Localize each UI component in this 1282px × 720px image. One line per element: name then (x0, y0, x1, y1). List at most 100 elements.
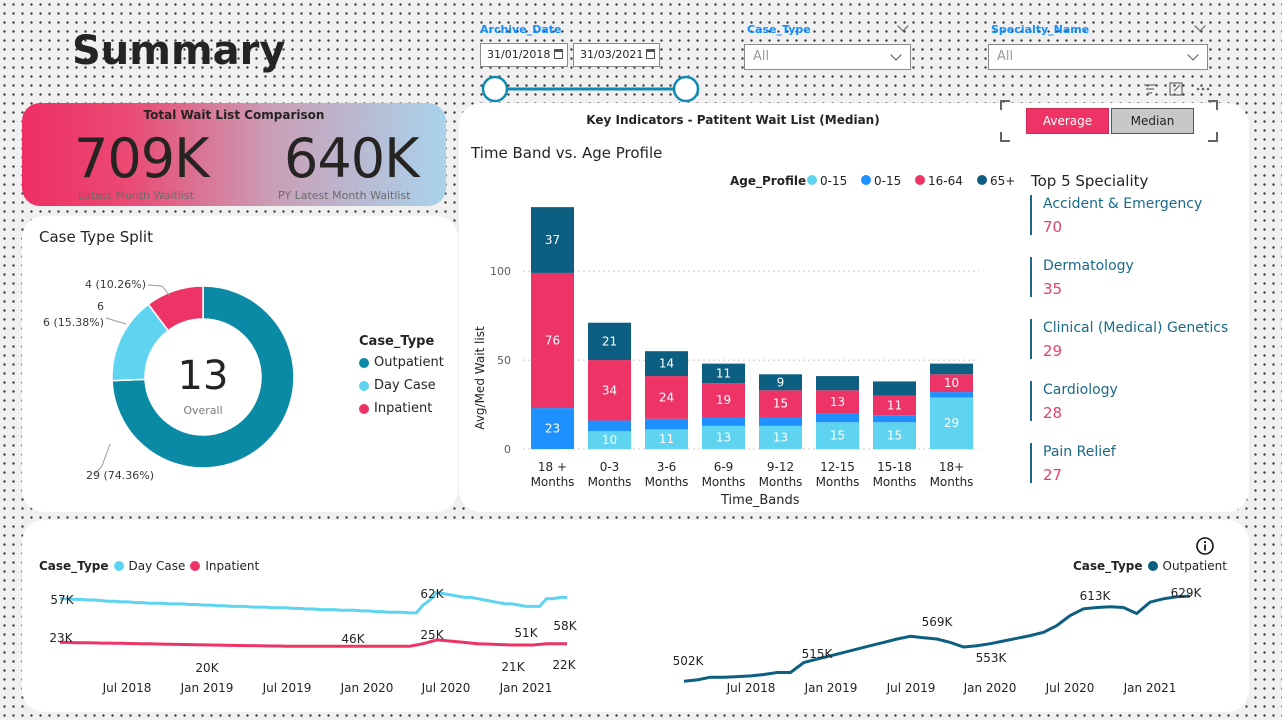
filter-icon[interactable] (1144, 84, 1156, 94)
end-date-input[interactable]: 31/03/2021 (573, 43, 660, 67)
case-type-legend-title: Case_Type (359, 334, 435, 349)
case-type-filter-label: Case_Type (747, 23, 811, 36)
top5-item-value: 27 (1043, 466, 1063, 484)
bar-legend-label[interactable]: 0-15 (874, 174, 901, 188)
slider-end-handle[interactable] (672, 75, 700, 103)
more-options-icon[interactable] (1196, 87, 1210, 91)
legend-item-daycase[interactable]: Day Case (359, 378, 444, 393)
bar-segment[interactable] (588, 420, 631, 432)
legend-label[interactable]: Inpatient (205, 559, 259, 573)
top5-item[interactable]: Accident & Emergency 70 (1030, 195, 1250, 236)
slice-label-inpatient: 4 (10.26%) (85, 278, 146, 291)
bar-data-label: 37 (545, 233, 560, 247)
slice-label-outpatient: 29 (74.36%) (86, 469, 154, 482)
bar-segment[interactable] (930, 363, 973, 375)
bar-x-tick: Months (645, 475, 689, 489)
bar-data-label: 19 (716, 393, 731, 407)
top5-item[interactable]: Cardiology 28 (1030, 381, 1250, 422)
specialty-select[interactable]: All (988, 44, 1208, 70)
chevron-down-icon[interactable] (897, 20, 909, 32)
chevron-down-icon[interactable] (1194, 20, 1206, 32)
bar-segment[interactable] (930, 392, 973, 398)
trend-left-legend: Case_Type Day Case Inpatient (39, 559, 259, 573)
trend-data-label: 502K (673, 654, 705, 668)
case-type-selected-value: All (753, 49, 770, 64)
bar-legend-dot[interactable] (861, 175, 871, 185)
trend-line-day-case[interactable] (60, 590, 567, 615)
bar-legend-label[interactable]: 0-15 (820, 174, 847, 188)
bar-segment[interactable] (873, 381, 916, 396)
trend-line-outpatient[interactable] (683, 594, 1191, 683)
top5-item[interactable]: Clinical (Medical) Genetics 29 (1030, 319, 1250, 360)
legend-label: Outpatient (374, 355, 444, 370)
trend-right-legend: Case_Type Outpatient (1073, 559, 1227, 573)
calendar-icon[interactable] (646, 49, 655, 59)
trend-x-tick: Jul 2019 (886, 681, 936, 695)
bar-data-label: 13 (830, 395, 845, 409)
calendar-icon[interactable] (554, 49, 563, 59)
chevron-down-icon (1187, 49, 1199, 61)
selection-corner (1000, 100, 1010, 110)
selection-corner (1000, 132, 1010, 142)
bar-segment[interactable] (759, 416, 802, 426)
bar-x-tick: Months (816, 475, 860, 489)
bar-data-label: 15 (773, 397, 788, 411)
bar-data-label: 29 (944, 416, 959, 430)
bar-x-tick: Months (759, 475, 803, 489)
date-range-slider[interactable] (478, 74, 703, 104)
trend-x-tick: Jan 2020 (340, 681, 394, 695)
slider-start-handle[interactable] (481, 75, 509, 103)
average-button[interactable]: Average (1026, 108, 1109, 134)
trend-data-label: 62K (420, 587, 444, 601)
start-date-input[interactable]: 31/01/2018 (480, 43, 568, 67)
legend-label: Day Case (374, 378, 436, 393)
trend-right-legend-title: Case_Type (1073, 559, 1143, 573)
bar-segment[interactable] (816, 376, 859, 391)
bar-legend-dot[interactable] (977, 175, 987, 185)
bar-x-tick: Months (930, 475, 974, 489)
trend-left-legend-title: Case_Type (39, 559, 109, 573)
legend-label: Inpatient (374, 401, 433, 416)
median-button[interactable]: Median (1111, 108, 1194, 134)
top5-item-value: 70 (1043, 218, 1063, 236)
top5-item[interactable]: Dermatology 35 (1030, 257, 1250, 298)
focus-mode-icon[interactable] (1169, 82, 1183, 96)
bar-legend-dot[interactable] (807, 175, 817, 185)
info-icon[interactable] (1195, 536, 1215, 556)
top5-item[interactable]: Pain Relief 27 (1030, 443, 1250, 484)
legend-label[interactable]: Outpatient (1163, 559, 1227, 573)
top5-title: Top 5 Speciality (1031, 172, 1149, 190)
bar-legend-title: Age_Profile (730, 174, 806, 189)
bar-y-tick: 0 (504, 443, 511, 456)
specialty-selected-value: All (997, 49, 1014, 64)
legend-item-outpatient[interactable]: Outpatient (359, 355, 444, 370)
archive-date-label: Archive_Date (480, 23, 562, 36)
bar-legend-label[interactable]: 65+ (990, 174, 1015, 188)
bar-y-tick: 100 (490, 265, 511, 278)
top5-item-name: Clinical (Medical) Genetics (1043, 320, 1229, 336)
top5-item-name: Accident & Emergency (1043, 196, 1203, 212)
bar-legend-dot[interactable] (915, 175, 925, 185)
bar-x-tick: 9-12 (767, 460, 794, 474)
kpi-py-value: 640K (284, 127, 419, 190)
trend-x-tick: Jan 2019 (804, 681, 858, 695)
case-type-legend: Case_Type Outpatient Day Case Inpatient (359, 334, 444, 424)
bar-segment[interactable] (645, 418, 688, 430)
legend-item-inpatient[interactable]: Inpatient (359, 401, 444, 416)
chevron-down-icon (890, 49, 902, 61)
slice-label-daycase: 6 (15.38%) (43, 316, 104, 329)
legend-label[interactable]: Day Case (129, 559, 186, 573)
bar-segment[interactable] (873, 415, 916, 423)
case-type-select[interactable]: All (744, 44, 911, 70)
top5-item-value: 28 (1043, 404, 1063, 422)
kpi-latest-value: 709K (74, 127, 209, 190)
trend-line-inpatient[interactable] (60, 638, 567, 648)
trend-x-tick: Jul 2020 (1045, 681, 1095, 695)
bar-segment[interactable] (816, 413, 859, 423)
bar-legend-label[interactable]: 16-64 (928, 174, 963, 188)
bar-segment[interactable] (702, 416, 745, 426)
trend-data-label: 57K (50, 593, 74, 607)
bar-data-label: 21 (602, 334, 617, 348)
trend-x-tick: Jul 2019 (262, 681, 312, 695)
bar-data-label: 24 (659, 390, 674, 404)
